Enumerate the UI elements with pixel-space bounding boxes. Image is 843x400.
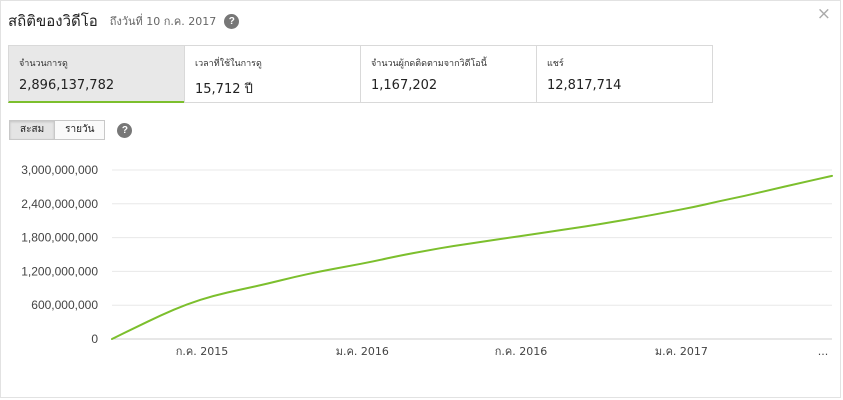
cumulative-button[interactable]: สะสม	[9, 120, 56, 140]
stat-value: 12,817,714	[547, 78, 622, 93]
y-tick-label: 600,000,000	[31, 298, 98, 312]
stat-label: เวลาที่ใช้ในการดู	[195, 59, 262, 69]
daily-button[interactable]: รายวัน	[54, 120, 106, 140]
y-tick-label: 0	[91, 332, 98, 346]
views-line-chart: 3,000,000,000 2,400,000,000 1,800,000,000 1…	[21, 163, 833, 358]
help-icon[interactable]: ?	[117, 122, 133, 138]
stat-label: จำนวนการดู	[19, 59, 68, 69]
stat-tab-shares[interactable]: แชร์ 12,817,714	[536, 45, 713, 103]
x-tick-label: ...	[818, 345, 829, 358]
as-of-date: ถึงวันที่ 10 ก.ค. 2017	[109, 15, 217, 28]
views-series-line	[111, 174, 833, 340]
stats-tabs: จำนวนการดู 2,896,137,782 เวลาที่ใช้ในการ…	[8, 45, 713, 103]
y-tick-label: 3,000,000,000	[21, 163, 98, 177]
stat-tab-subscribers[interactable]: จำนวนผู้กดติดตามจากวิดีโอนี้ 1,167,202	[360, 45, 537, 103]
y-tick-label: 2,400,000,000	[21, 197, 98, 211]
x-tick-label: ก.ค. 2015	[176, 345, 229, 358]
stat-value: 2,896,137,782	[19, 78, 115, 93]
chart-mode-toggle: สะสม รายวัน ?	[9, 120, 133, 140]
stat-tab-views[interactable]: จำนวนการดู 2,896,137,782	[8, 45, 185, 103]
y-tick-label: 1,800,000,000	[21, 231, 98, 245]
stat-label: แชร์	[547, 59, 564, 69]
x-tick-label: ม.ค. 2016	[336, 345, 389, 358]
dialog-title: สถิติของวิดีโอ	[8, 12, 98, 30]
close-icon[interactable]: ×	[817, 4, 831, 24]
x-tick-label: ก.ค. 2016	[495, 345, 548, 358]
x-tick-label: ม.ค. 2017	[655, 345, 708, 358]
stat-value: 15,712 ปี	[195, 82, 253, 97]
stat-value: 1,167,202	[371, 78, 438, 93]
help-icon[interactable]: ?	[224, 13, 240, 29]
stat-tab-watch-time[interactable]: เวลาที่ใช้ในการดู 15,712 ปี	[184, 45, 361, 103]
y-tick-label: 1,200,000,000	[21, 264, 98, 278]
stat-label: จำนวนผู้กดติดตามจากวิดีโอนี้	[371, 59, 487, 69]
dialog-header: สถิติของวิดีโอ ถึงวันที่ 10 ก.ค. 2017 ?	[8, 9, 240, 33]
